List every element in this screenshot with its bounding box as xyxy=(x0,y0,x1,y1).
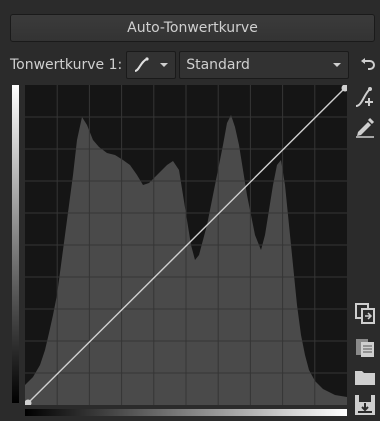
auto-tone-curve-button[interactable]: Auto-Tonwertkurve xyxy=(10,14,375,42)
folder-icon[interactable] xyxy=(352,364,378,390)
save-icon[interactable] xyxy=(352,392,378,418)
curve-editor[interactable] xyxy=(25,85,347,405)
edit-points-icon[interactable] xyxy=(352,84,378,110)
curve-mode-value: Standard xyxy=(186,57,250,73)
curve-icon xyxy=(133,57,149,73)
curve-selector-row: Tonwertkurve 1: Standard xyxy=(10,50,380,80)
curve-label: Tonwertkurve 1: xyxy=(10,57,123,73)
curve-graph[interactable] xyxy=(25,85,347,405)
color-picker-icon[interactable] xyxy=(352,114,378,140)
paste-icon[interactable] xyxy=(352,334,378,360)
horizontal-gradient-bar xyxy=(25,409,347,416)
undo-icon[interactable] xyxy=(357,54,379,76)
curve-type-selector[interactable] xyxy=(126,51,177,79)
vertical-gradient-bar xyxy=(12,85,19,403)
tone-curve-panel: Auto-Tonwertkurve Tonwertkurve 1: Standa… xyxy=(0,0,380,421)
curve-mode-select[interactable]: Standard xyxy=(179,51,350,79)
chevron-down-icon xyxy=(159,61,169,69)
copy-icon[interactable] xyxy=(352,300,378,326)
chevron-down-icon xyxy=(332,57,342,73)
